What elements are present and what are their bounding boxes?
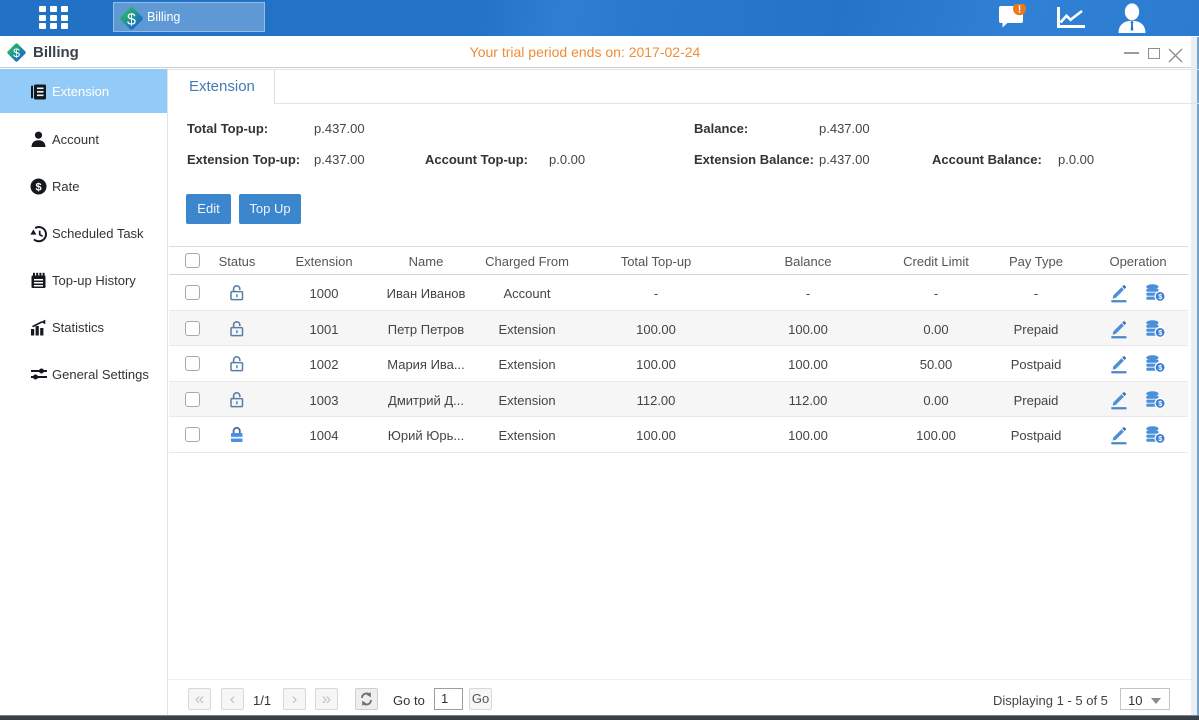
svg-text:$: $ <box>127 12 136 29</box>
svg-text:$: $ <box>35 182 41 194</box>
svg-text:!: ! <box>1018 5 1021 16</box>
